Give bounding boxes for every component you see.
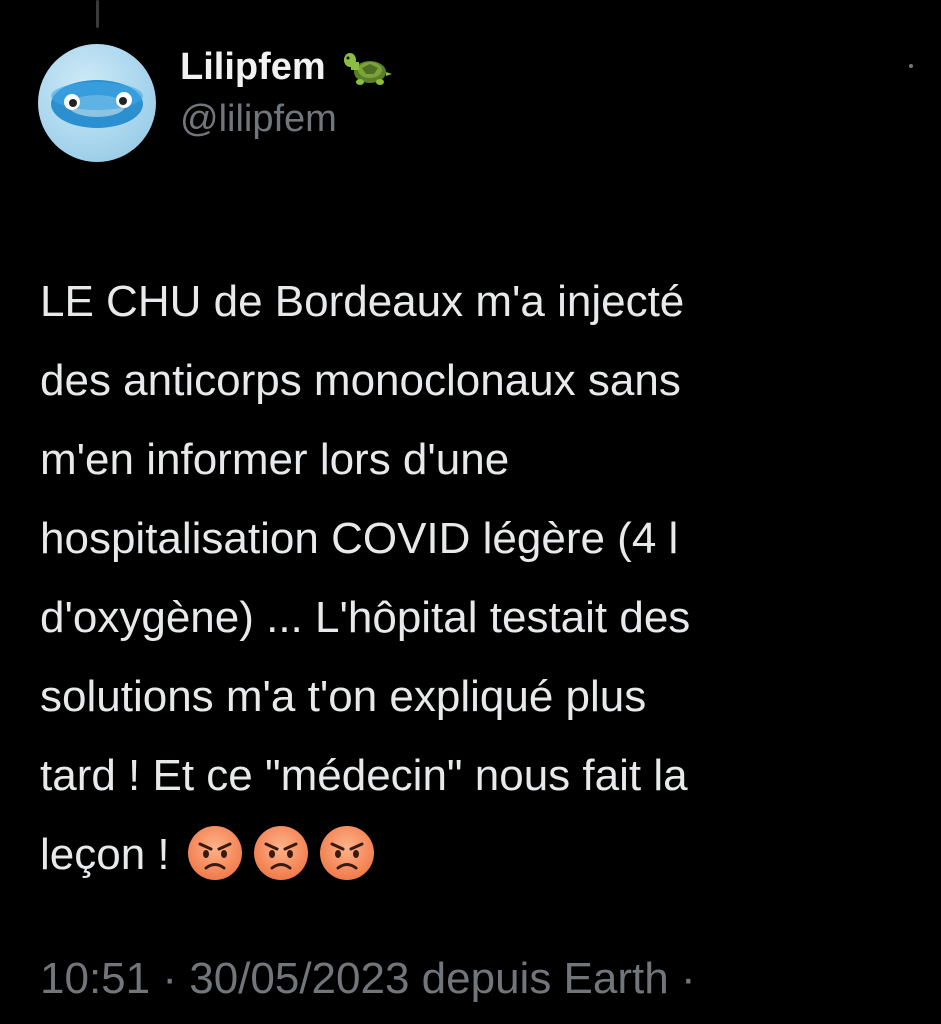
tweet-metadata: 10:51 · 30/05/2023 depuis Earth ·	[40, 954, 696, 1004]
user-handle[interactable]: @lilipfem	[180, 98, 396, 141]
turtle-emoji-icon	[343, 52, 392, 85]
tweet-header: Lilipfem @lilipfem	[38, 44, 396, 162]
display-name[interactable]: Lilipfem	[180, 46, 326, 89]
tweet-date[interactable]: 30/05/2023	[189, 954, 409, 1003]
tweet-text: LE CHU de Bordeaux m'a injecté des antic…	[40, 262, 920, 894]
meta-separator: ·	[150, 954, 190, 1003]
tweet-body: LE CHU de Bordeaux m'a injecté des antic…	[40, 277, 691, 879]
angry-face-emoji-icon	[187, 826, 242, 881]
meta-separator-trailing: ·	[668, 954, 696, 1003]
display-name-row: Lilipfem	[180, 46, 396, 90]
more-options-icon[interactable]	[909, 64, 913, 68]
avatar[interactable]	[38, 44, 156, 162]
angry-emoji-row	[186, 824, 376, 882]
tweet-time[interactable]: 10:51	[40, 954, 150, 1003]
thread-connector-line	[96, 0, 99, 28]
avatar-image	[51, 80, 143, 128]
user-names: Lilipfem @lilipfem	[180, 46, 396, 141]
angry-face-emoji-icon	[253, 826, 308, 881]
tweet-source: depuis Earth	[409, 954, 669, 1003]
angry-face-emoji-icon	[319, 826, 374, 881]
